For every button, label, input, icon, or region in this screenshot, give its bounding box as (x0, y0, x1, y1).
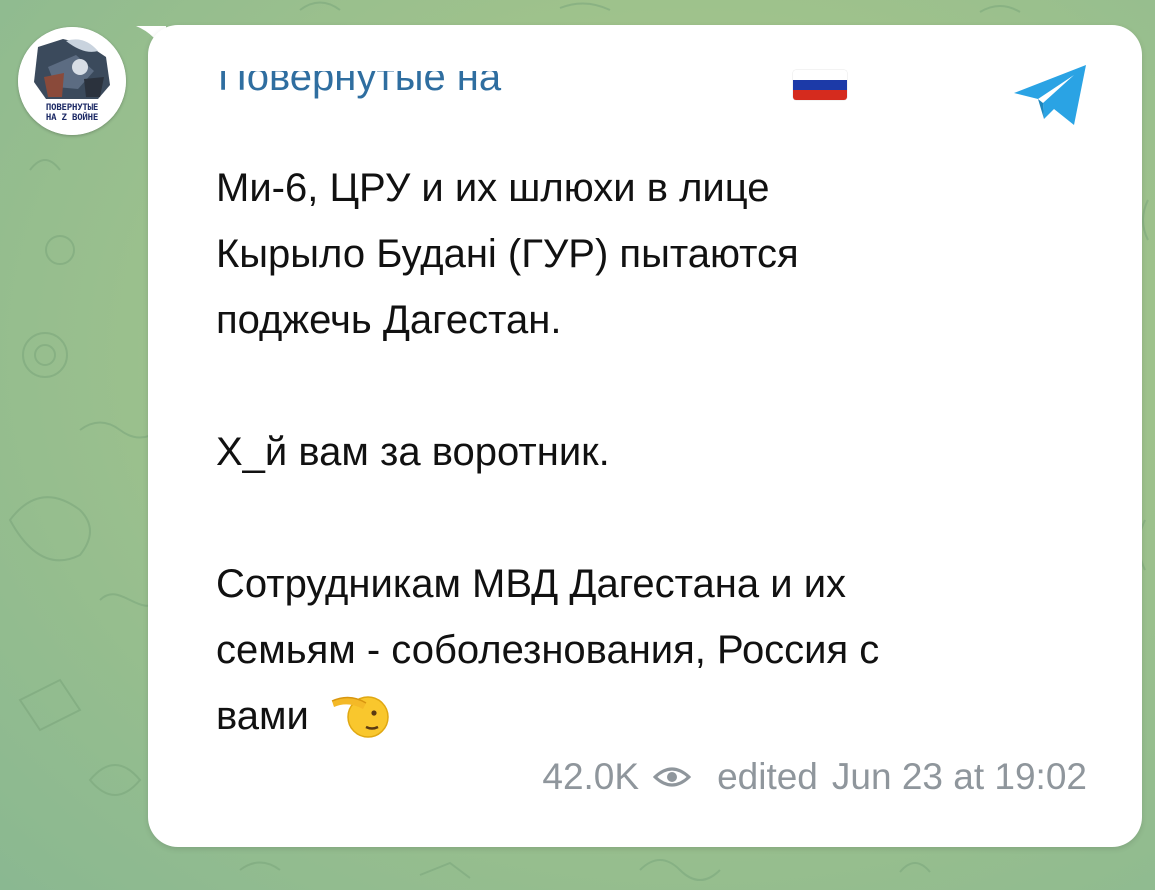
channel-name[interactable]: Повернутые на (218, 71, 558, 111)
russia-flag-icon (793, 70, 847, 100)
timestamp: Jun 23 at 19:02 (831, 756, 1087, 797)
message-line: поджечь Дагестан. (216, 298, 562, 342)
message-line: Сотрудникам МВД Дагестана и их (216, 562, 847, 606)
message-line: вами (216, 694, 309, 738)
message-meta: 42.0K edited Jun 23 at 19:02 (542, 755, 1087, 799)
message-line: Ми-6, ЦРУ и их шлюхи в лице (216, 166, 770, 210)
channel-avatar[interactable]: ПОВЕРНУТЫЕ НА Z ВОЙНЕ (18, 27, 126, 135)
edited-label: edited (717, 756, 818, 797)
eye-icon (653, 767, 692, 787)
message-line: Х_й вам за воротник. (216, 430, 610, 474)
message-text: Ми-6, ЦРУ и их шлюхи в лице Кырыло Будан… (216, 155, 1076, 749)
message-line: семьям - соболезнования, Россия с (216, 628, 880, 672)
telegram-icon (1014, 65, 1086, 125)
view-count: 42.0K (542, 756, 640, 797)
channel-name-text: Повернутые на (218, 71, 502, 99)
message-bubble: Повернутые на Ми-6, ЦРУ и их шлюхи в лиц… (148, 25, 1142, 847)
avatar-caption: ПОВЕРНУТЫЕ НА Z ВОЙНЕ (45, 103, 99, 123)
saluting-face-icon (331, 696, 389, 738)
message-line-last: вами (216, 683, 1076, 749)
name-redaction (568, 72, 778, 96)
message-line: Кырыло Будані (ГУР) пытаются (216, 232, 799, 276)
